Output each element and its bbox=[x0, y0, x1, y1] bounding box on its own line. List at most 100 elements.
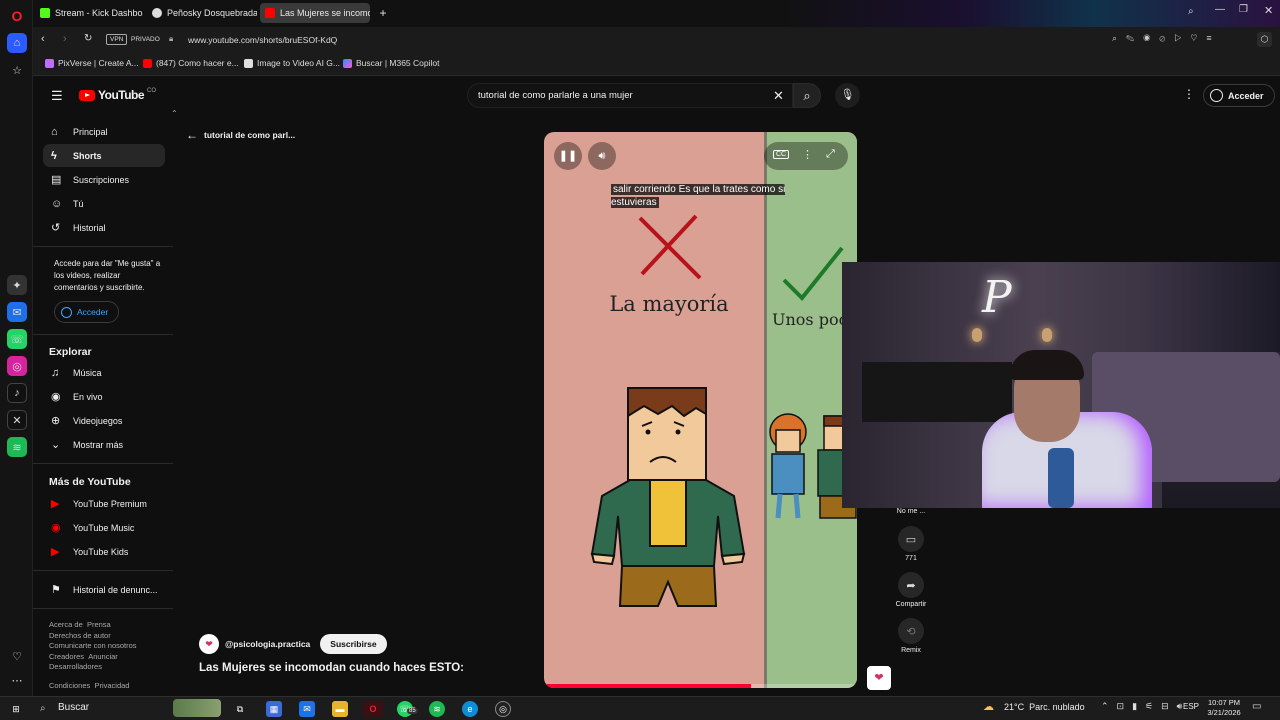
footer-link[interactable]: Condiciones bbox=[49, 681, 90, 690]
opera-logo-icon[interactable]: O bbox=[7, 6, 27, 26]
footer-link[interactable]: Acerca de bbox=[49, 620, 83, 629]
store-icon[interactable]: ▦ bbox=[266, 701, 282, 717]
progress-track[interactable] bbox=[544, 684, 857, 688]
nav-subscriptions[interactable]: ▤ Suscripciones bbox=[43, 168, 165, 191]
outlook-icon[interactable]: ✉ bbox=[299, 701, 315, 717]
nav-live[interactable]: ◉ En vivo bbox=[43, 385, 165, 408]
bookmark-image-to-video[interactable]: Image to Video AI G... bbox=[244, 58, 340, 68]
nav-label: YouTube Music bbox=[73, 522, 135, 533]
taskbar-search[interactable]: Buscar bbox=[58, 702, 89, 713]
edge-icon[interactable]: e bbox=[462, 701, 478, 717]
fullscreen-icon[interactable]: ⤢ bbox=[826, 148, 835, 161]
collapse-icon[interactable]: ⌃ bbox=[171, 109, 178, 118]
back-icon[interactable]: ‹ bbox=[41, 33, 45, 45]
bookmark-copilot[interactable]: Buscar | M365 Copilot bbox=[343, 58, 439, 68]
minimize-icon[interactable]: — bbox=[1215, 4, 1225, 15]
footer-link[interactable]: Anunciar bbox=[88, 652, 118, 661]
footer-link[interactable]: Creadores bbox=[49, 652, 84, 661]
search-button[interactable]: ⌕ bbox=[793, 83, 821, 108]
tab-youtube-active[interactable]: Las Mujeres se incomo bbox=[260, 3, 370, 23]
nav-show-more[interactable]: ⌄ Mostrar más bbox=[43, 433, 165, 456]
search-highlight-image[interactable] bbox=[173, 699, 221, 717]
vpn-badge[interactable]: VPN bbox=[106, 34, 128, 45]
search-input[interactable]: tutorial de como parlarle a una mujer ✕ bbox=[467, 83, 793, 108]
instagram-icon[interactable]: ◎ bbox=[7, 356, 27, 376]
file-explorer-icon[interactable]: ▬ bbox=[332, 701, 348, 717]
maximize-icon[interactable]: ❐ bbox=[1239, 4, 1248, 15]
nav-you[interactable]: ☺ Tú bbox=[43, 192, 165, 215]
channel-thumbnail[interactable]: ❤ bbox=[867, 666, 891, 690]
url-field[interactable]: www.youtube.com/shorts/bruESOf-KdQ bbox=[188, 35, 337, 45]
channel-avatar[interactable]: ❤ bbox=[199, 634, 219, 654]
captions-icon[interactable]: CC bbox=[773, 150, 790, 159]
obs-icon[interactable]: ◎ bbox=[495, 701, 511, 717]
nav-shorts[interactable]: ϟ Shorts bbox=[43, 144, 165, 167]
share-button[interactable]: ➦ Compartir bbox=[893, 572, 929, 608]
tab-penosky[interactable]: Peñosky Dosquebradas, P bbox=[147, 3, 257, 23]
nav-youtube-kids[interactable]: ▶ YouTube Kids bbox=[43, 540, 165, 563]
nav-gaming[interactable]: ⊕ Videojuegos bbox=[43, 409, 165, 432]
footer-link[interactable]: Privacidad bbox=[94, 681, 129, 690]
bookmark-youtube[interactable]: (847) Como hacer e... bbox=[143, 58, 239, 68]
new-tab-button[interactable]: + bbox=[375, 3, 391, 23]
more-icon[interactable]: ⋯ bbox=[7, 670, 27, 690]
opera-taskbar-icon[interactable]: O bbox=[363, 701, 383, 717]
shorts-player[interactable]: ❚❚ 🔊︎ CC ⋮ ⤢ salir corriendo Es que la t… bbox=[544, 132, 857, 688]
nav-music[interactable]: ♫ Música bbox=[43, 361, 165, 384]
youtube-logo[interactable]: YouTube CO bbox=[79, 88, 156, 102]
nav-home[interactable]: ⌂ Principal bbox=[43, 120, 165, 143]
whatsapp-icon[interactable]: ☏ bbox=[7, 329, 27, 349]
menu-icon[interactable]: ☰ bbox=[51, 88, 63, 104]
search-tabs-icon[interactable]: ⌕ bbox=[1188, 6, 1194, 17]
weather-text[interactable]: 21°C Parc. nublado bbox=[1004, 702, 1085, 712]
home-icon[interactable]: ⌂ bbox=[7, 33, 27, 53]
spotify-icon[interactable]: ≋ bbox=[7, 437, 27, 457]
x-icon[interactable]: ✕ bbox=[7, 410, 27, 430]
footer-link[interactable]: Prensa bbox=[87, 620, 111, 629]
clock[interactable]: 10:07 PM 3/21/2026 bbox=[1206, 698, 1242, 718]
comments-button[interactable]: ▭ 771 bbox=[893, 526, 929, 562]
windows-start-icon[interactable]: ⊞ bbox=[8, 701, 24, 717]
notifications-icon[interactable]: ▭ bbox=[1252, 701, 1261, 712]
spotify-taskbar-icon[interactable]: ≋ bbox=[429, 701, 445, 717]
tiktok-icon[interactable]: ♪ bbox=[7, 383, 27, 403]
ai-icon[interactable]: ✦ bbox=[7, 275, 27, 295]
close-window-icon[interactable]: ✕ bbox=[1264, 4, 1273, 17]
lock-icon[interactable]: 🔒︎ bbox=[169, 34, 173, 44]
star-icon[interactable]: ☆ bbox=[7, 60, 27, 80]
signin-button[interactable]: Acceder bbox=[1203, 84, 1275, 107]
footer-link[interactable]: Desarrolladores bbox=[49, 662, 102, 671]
footer-link[interactable]: Comunicarte con nosotros bbox=[49, 641, 137, 650]
heart-icon[interactable]: ♡ bbox=[7, 646, 27, 666]
volume-button[interactable]: 🔊︎ bbox=[588, 142, 616, 170]
nav-youtube-music[interactable]: ◉ YouTube Music bbox=[43, 516, 165, 539]
toolbar-icons[interactable]: ⌕✎◉⊘▷♡≡ bbox=[1112, 33, 1221, 44]
task-view-icon[interactable]: ⧉ bbox=[232, 701, 248, 717]
tray-icons[interactable]: ⌃⊡▮⚟⊟🔊︎ bbox=[1101, 701, 1190, 712]
forward-icon[interactable]: › bbox=[63, 33, 67, 45]
subscribe-button[interactable]: Suscribirse bbox=[320, 634, 387, 654]
footer-link[interactable]: Derechos de autor bbox=[49, 631, 111, 640]
nav-history[interactable]: ↺ Historial bbox=[43, 216, 165, 239]
tab-kick[interactable]: Stream - Kick Dashboard bbox=[35, 3, 143, 23]
remix-button[interactable]: ⟲ Remix bbox=[893, 618, 929, 654]
back-to-results[interactable]: ← tutorial de como parl... bbox=[186, 128, 295, 142]
clear-search-icon[interactable]: ✕ bbox=[773, 88, 784, 104]
weather-icon[interactable]: ☁ bbox=[983, 700, 994, 713]
neon-sign-icon: P bbox=[982, 272, 1012, 323]
channel-name[interactable]: @psicologia.practica bbox=[225, 639, 310, 649]
language-indicator[interactable]: ESP bbox=[1183, 702, 1199, 711]
reload-icon[interactable]: ↻ bbox=[84, 33, 92, 44]
nav-youtube-premium[interactable]: ▶ YouTube Premium bbox=[43, 492, 165, 515]
guide-signin-button[interactable]: Acceder bbox=[54, 301, 120, 323]
voice-search-icon[interactable]: 🎙︎ bbox=[835, 83, 860, 108]
nav-report-history[interactable]: ⚑ Historial de denunc... bbox=[43, 578, 165, 601]
bookmark-pixverse[interactable]: PixVerse | Create A... bbox=[45, 58, 139, 68]
search-icon[interactable]: ⌕ bbox=[40, 703, 46, 714]
windows-taskbar: ⊞ ⌕ Buscar ⧉ ▦ ✉ ▬ O ☏ 85 ≋ e ◎ ☁ 21°C P… bbox=[0, 696, 1280, 720]
settings-more-icon[interactable]: ⋮ bbox=[1183, 87, 1195, 101]
more-options-icon[interactable]: ⋮ bbox=[802, 148, 813, 161]
pause-button[interactable]: ❚❚ bbox=[554, 142, 582, 170]
messenger-icon[interactable]: ✉ bbox=[7, 302, 27, 322]
extensions-icon[interactable]: ⬡ bbox=[1257, 32, 1272, 47]
